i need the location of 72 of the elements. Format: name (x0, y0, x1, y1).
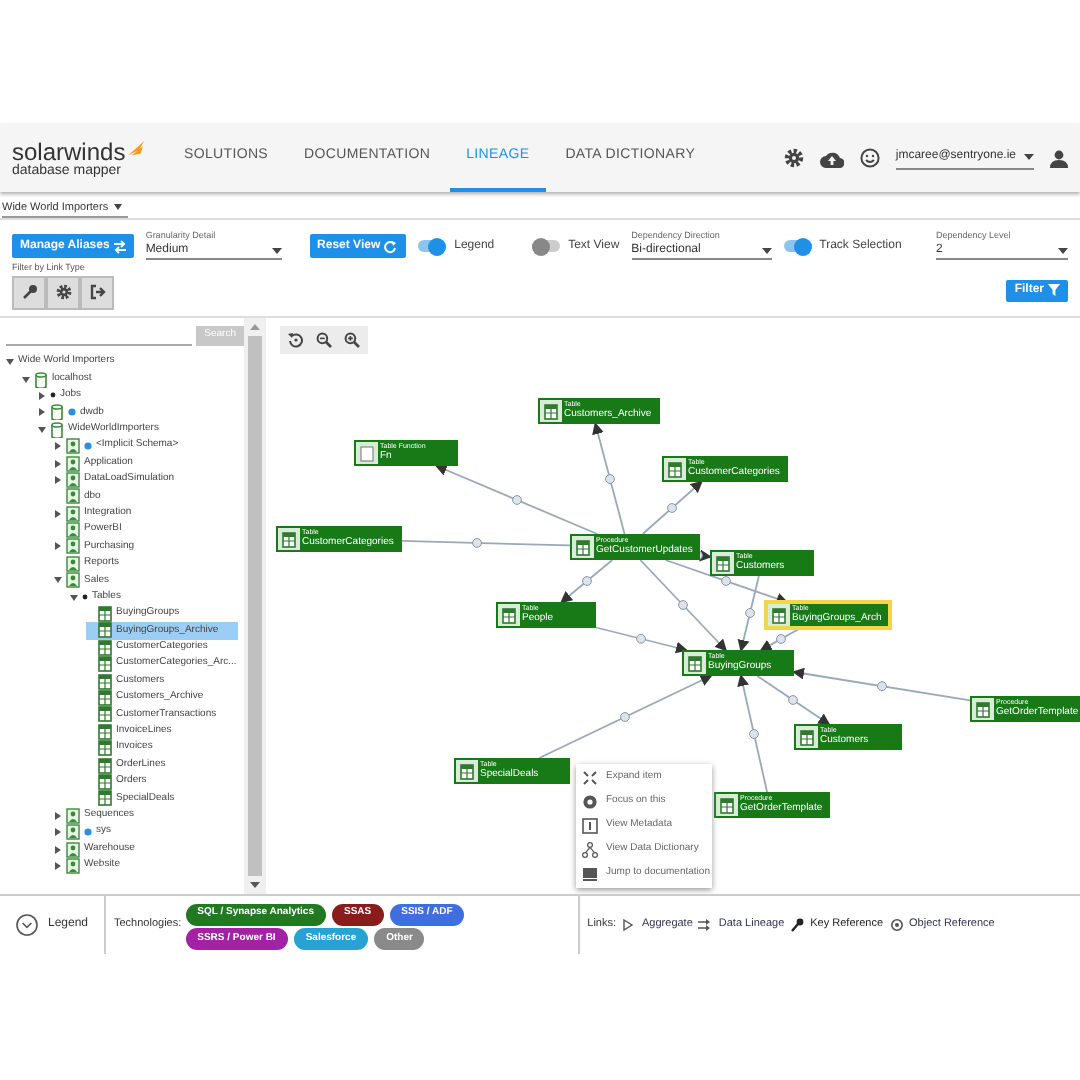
target-icon (889, 918, 904, 932)
collapsed-caret-icon[interactable] (54, 811, 62, 820)
key-icon (21, 284, 37, 300)
collapsed-caret-icon[interactable] (54, 861, 62, 870)
collapsed-caret-icon[interactable] (38, 391, 46, 400)
reset-zoom-icon[interactable] (288, 332, 304, 348)
focus-icon (582, 794, 598, 810)
table-icon (282, 531, 296, 547)
exit-arrow-icon (89, 284, 105, 300)
table-icon (800, 729, 814, 745)
link-filter-button[interactable] (80, 275, 114, 309)
cloud-upload-icon[interactable] (819, 149, 844, 167)
table-icon (668, 461, 682, 477)
collapsed-caret-icon[interactable] (54, 509, 62, 518)
table-icon (976, 701, 990, 717)
smiley-icon[interactable] (859, 148, 880, 168)
expanded-caret-icon[interactable] (38, 425, 46, 434)
link-arrow (560, 559, 614, 604)
funnel-icon (1048, 284, 1060, 296)
gear-icon (55, 284, 71, 300)
link-arrow (641, 480, 703, 535)
collapsed-caret-icon[interactable] (38, 408, 46, 417)
toggle-switch[interactable] (532, 240, 561, 252)
scroll-down-icon[interactable] (250, 882, 260, 888)
expanded-caret-icon[interactable] (70, 593, 78, 602)
table-icon (716, 555, 730, 571)
triangle-icon (622, 918, 637, 932)
swap-arrows-icon (113, 239, 126, 253)
table-icon (720, 797, 734, 813)
docs-icon (582, 866, 598, 882)
dictionary-icon (582, 842, 598, 858)
bullet-icon (82, 594, 88, 601)
brand-logo-text: solarwinds (12, 139, 126, 163)
database-icon (34, 371, 48, 388)
collapsed-caret-icon[interactable] (54, 475, 62, 484)
caret-icon (271, 247, 282, 254)
zoom-in-icon[interactable] (344, 332, 360, 348)
bullet-icon (50, 392, 56, 399)
collapsed-caret-icon[interactable] (54, 845, 62, 854)
expanded-caret-icon[interactable] (6, 358, 14, 367)
caret-icon (761, 247, 772, 254)
table-icon (460, 763, 474, 779)
collapsed-caret-icon[interactable] (54, 442, 62, 451)
expand-icon (582, 770, 598, 786)
function-icon (360, 445, 374, 461)
gear-filter-button[interactable] (46, 275, 80, 309)
collapse-chevron-icon[interactable] (16, 914, 38, 936)
key-icon (790, 918, 805, 932)
refresh-icon (384, 239, 399, 253)
metadata-icon (582, 818, 598, 834)
scrollbar[interactable] (244, 318, 266, 894)
table-icon (688, 655, 702, 671)
settings-icon[interactable] (783, 148, 804, 168)
table-icon (772, 607, 786, 623)
key-filter-button[interactable] (12, 275, 46, 309)
table-icon (544, 403, 558, 419)
expanded-caret-icon[interactable] (22, 375, 30, 384)
expanded-caret-icon[interactable] (54, 576, 62, 585)
toggle-switch[interactable] (418, 240, 447, 252)
caret-icon (1024, 153, 1034, 159)
caret-icon (114, 204, 123, 211)
caret-icon (1058, 247, 1068, 254)
collapsed-caret-icon[interactable] (54, 459, 62, 468)
flame-icon (127, 139, 144, 155)
table-icon (576, 539, 590, 555)
collapsed-caret-icon[interactable] (54, 542, 62, 551)
user-icon[interactable] (1050, 149, 1068, 167)
double-arrow-icon (698, 918, 713, 932)
zoom-out-icon[interactable] (316, 332, 332, 348)
table-icon (502, 607, 516, 623)
collapsed-caret-icon[interactable] (54, 828, 62, 837)
toggle-switch[interactable] (783, 240, 812, 252)
